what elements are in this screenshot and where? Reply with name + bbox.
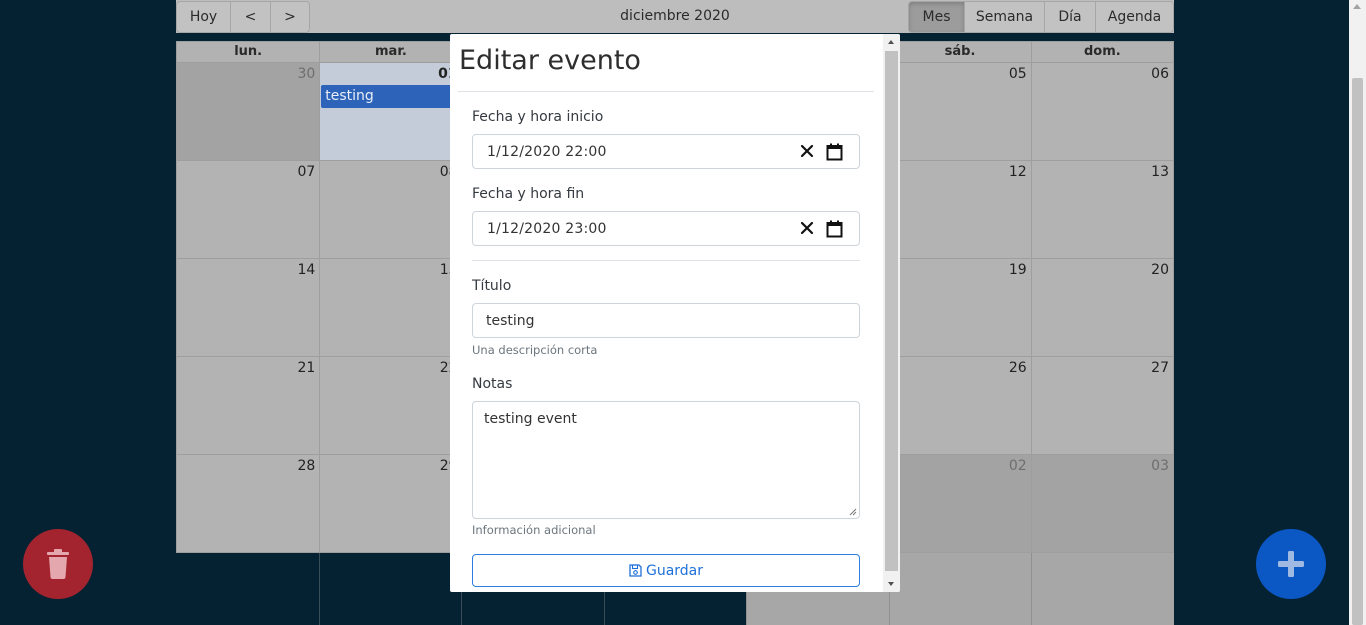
start-datetime-value: 1/12/2020 22:00 bbox=[487, 144, 607, 160]
day-number: 03 bbox=[1151, 458, 1169, 474]
day-cell[interactable]: 28 bbox=[177, 455, 320, 553]
view-day-button[interactable]: Día bbox=[1044, 1, 1096, 33]
modal-title: Editar evento bbox=[459, 45, 641, 76]
view-month-button[interactable]: Mes bbox=[908, 1, 965, 33]
strip-cell bbox=[888, 553, 1032, 625]
weekday-header: dom. bbox=[1030, 42, 1173, 62]
strip-cell bbox=[176, 553, 319, 625]
clear-icon[interactable] bbox=[799, 220, 815, 236]
prev-button[interactable]: < bbox=[230, 1, 271, 33]
day-cell[interactable]: 03 bbox=[1030, 455, 1173, 553]
strip-cell bbox=[1031, 553, 1174, 625]
weekday-header: mar. bbox=[319, 42, 461, 62]
day-number: 27 bbox=[1151, 360, 1169, 376]
delete-event-button[interactable] bbox=[23, 529, 93, 599]
end-datetime-value: 1/12/2020 23:00 bbox=[487, 221, 607, 237]
page-scrollbar[interactable] bbox=[1349, 0, 1366, 625]
start-datetime-label: Fecha y hora inicio bbox=[472, 109, 604, 125]
save-button-label: Guardar bbox=[645, 562, 704, 579]
day-cell[interactable]: 21 bbox=[177, 357, 320, 455]
next-button[interactable]: > bbox=[270, 1, 310, 33]
day-number: 26 bbox=[1008, 360, 1027, 376]
day-number: 12 bbox=[1008, 164, 1027, 180]
title-field-label: Título bbox=[472, 278, 512, 294]
notes-help-text: Información adicional bbox=[472, 523, 596, 537]
plus-icon bbox=[1278, 551, 1304, 577]
day-number: 19 bbox=[1008, 262, 1027, 278]
weekday-header: lun. bbox=[234, 44, 263, 59]
day-number: 20 bbox=[1151, 262, 1169, 278]
resize-grip-icon[interactable] bbox=[849, 508, 857, 516]
day-cell[interactable]: 12 bbox=[888, 161, 1031, 259]
scroll-up-arrow-icon[interactable] bbox=[1353, 4, 1361, 9]
start-datetime-input[interactable]: 1/12/2020 22:00 bbox=[472, 134, 860, 169]
day-number: 06 bbox=[1151, 66, 1169, 82]
day-cell[interactable]: 14 bbox=[177, 259, 320, 357]
end-datetime-input[interactable]: 1/12/2020 23:00 bbox=[472, 211, 860, 246]
today-button[interactable]: Hoy bbox=[176, 1, 231, 33]
modal-scrollbar[interactable] bbox=[883, 34, 900, 592]
add-event-button[interactable] bbox=[1256, 529, 1326, 599]
day-cell[interactable]: 27 bbox=[1030, 357, 1173, 455]
day-number: 13 bbox=[1151, 164, 1169, 180]
day-cell[interactable]: 06 bbox=[1030, 63, 1173, 161]
day-cell[interactable]: 26 bbox=[888, 357, 1031, 455]
modal-scrollbar-thumb[interactable] bbox=[885, 51, 898, 571]
day-number: 21 bbox=[297, 360, 316, 376]
day-number: 14 bbox=[297, 262, 316, 278]
day-cell[interactable]: 15 bbox=[319, 259, 462, 357]
title-input[interactable]: testing bbox=[472, 303, 860, 338]
day-cell[interactable]: 22 bbox=[319, 357, 462, 455]
day-cell[interactable]: 29 bbox=[319, 455, 462, 553]
day-cell[interactable]: 20 bbox=[1030, 259, 1173, 357]
floppy-disk-icon bbox=[629, 564, 642, 577]
clear-icon[interactable] bbox=[799, 143, 815, 159]
title-divider bbox=[458, 91, 874, 92]
scroll-up-arrow-icon[interactable] bbox=[888, 40, 894, 44]
title-help-text: Una descripción corta bbox=[472, 343, 598, 357]
day-cell[interactable]: 13 bbox=[1030, 161, 1173, 259]
view-button-group: Mes Semana Día Agenda bbox=[908, 1, 1174, 33]
day-number: 28 bbox=[297, 458, 316, 474]
calendar-icon[interactable] bbox=[826, 143, 843, 161]
trash-icon bbox=[47, 549, 69, 579]
day-cell[interactable]: 01 testing bbox=[319, 63, 462, 161]
day-number: 07 bbox=[297, 164, 316, 180]
page-scrollbar-thumb[interactable] bbox=[1352, 78, 1363, 625]
scroll-down-arrow-icon[interactable] bbox=[888, 582, 894, 586]
title-input-value: testing bbox=[486, 313, 535, 329]
day-number: 05 bbox=[1008, 66, 1027, 82]
strip-cell bbox=[318, 553, 462, 625]
notes-value: testing event bbox=[484, 411, 577, 427]
day-cell[interactable]: 30 bbox=[177, 63, 320, 161]
save-button[interactable]: Guardar bbox=[472, 554, 860, 587]
day-cell[interactable]: 07 bbox=[177, 161, 320, 259]
weekday-header: sáb. bbox=[888, 42, 1030, 62]
edit-event-modal: Editar evento Fecha y hora inicio 1/12/2… bbox=[450, 34, 900, 592]
day-cell[interactable]: 08 bbox=[319, 161, 462, 259]
notes-textarea[interactable]: testing event bbox=[472, 401, 860, 519]
calendar-icon[interactable] bbox=[826, 220, 843, 238]
day-cell[interactable]: 05 bbox=[888, 63, 1031, 161]
view-week-button[interactable]: Semana bbox=[964, 1, 1045, 33]
day-cell[interactable]: 02 bbox=[888, 455, 1031, 553]
end-datetime-label: Fecha y hora fin bbox=[472, 186, 585, 202]
notes-label: Notas bbox=[472, 376, 513, 392]
day-cell[interactable]: 19 bbox=[888, 259, 1031, 357]
day-number: 02 bbox=[1008, 458, 1027, 474]
view-agenda-button[interactable]: Agenda bbox=[1095, 1, 1174, 33]
day-number: 30 bbox=[297, 66, 316, 82]
nav-button-group: Hoy < > bbox=[176, 1, 310, 33]
section-divider bbox=[472, 260, 860, 261]
calendar-toolbar: diciembre 2020 Hoy < > Mes Semana Día Ag… bbox=[176, 0, 1174, 33]
calendar-event[interactable]: testing bbox=[321, 85, 462, 108]
